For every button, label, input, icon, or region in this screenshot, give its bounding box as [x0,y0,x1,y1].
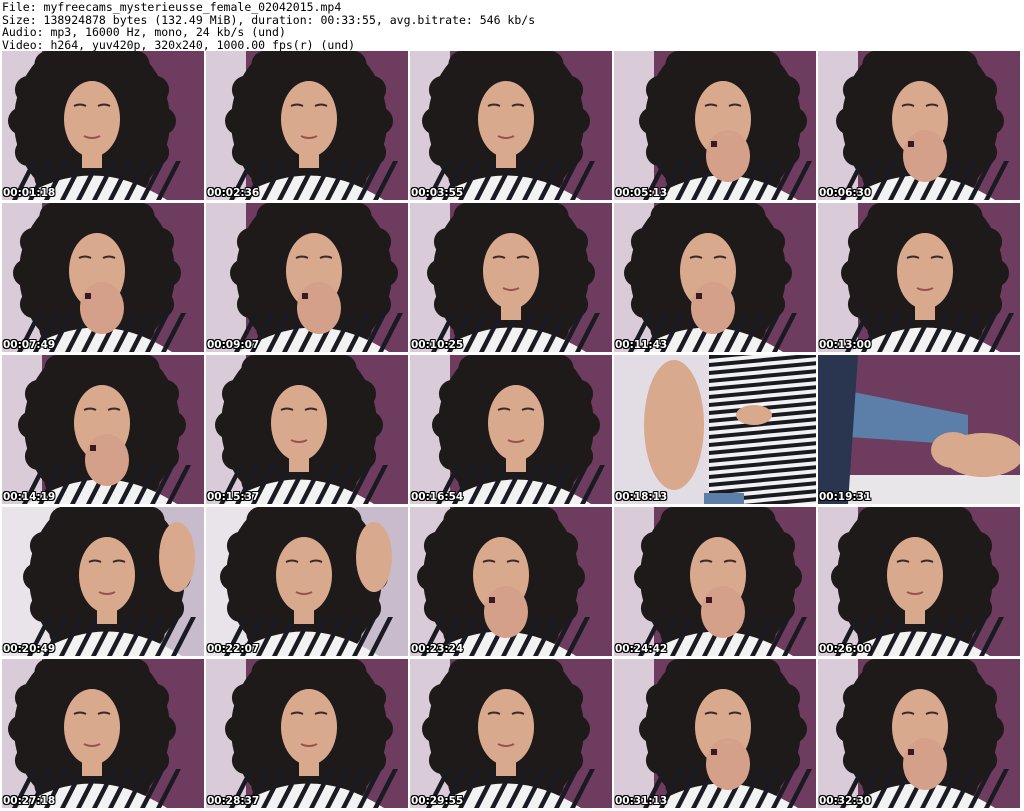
thumbnail-frame-image [2,51,204,200]
video-thumbnail: 00:11:43 [614,203,816,352]
thumbnail-timestamp: 00:03:55 [411,187,464,199]
video-thumbnail: 00:29:55 [410,659,612,808]
video-thumbnail: 00:13:00 [818,203,1020,352]
video-thumbnail: 00:28:37 [206,659,408,808]
thumbnail-frame-image [614,507,816,656]
thumbnail-frame-image [818,355,1020,504]
thumbnail-frame-image [206,51,408,200]
thumbnail-frame-image [2,659,204,808]
thumbnail-timestamp: 00:27:18 [3,795,56,807]
thumbnail-frame-image [2,203,204,352]
thumbnail-timestamp: 00:26:00 [819,643,872,655]
video-thumbnail: 00:32:30 [818,659,1020,808]
video-thumbnail: 00:31:13 [614,659,816,808]
video-thumbnail: 00:16:54 [410,355,612,504]
video-thumbnail: 00:03:55 [410,51,612,200]
thumbnail-frame-image [2,355,204,504]
thumbnail-timestamp: 00:22:07 [207,643,260,655]
thumbnail-frame-image [818,659,1020,808]
video-thumbnail: 00:27:18 [2,659,204,808]
video-info-line: Video: h264, yuv420p, 320x240, 1000.00 f… [2,37,356,52]
file-name-line: File: myfreecams_mysterieusse_female_020… [2,0,342,14]
video-thumbnail: 00:10:25 [410,203,612,352]
thumbnail-timestamp: 00:06:30 [819,187,872,199]
file-info-header: File: myfreecams_mysterieusse_female_020… [0,0,1024,52]
thumbnail-frame-image [410,355,612,504]
video-thumbnail: 00:02:36 [206,51,408,200]
thumbnail-timestamp: 00:14:19 [3,491,56,503]
video-thumbnail: 00:07:49 [2,203,204,352]
video-thumbnail: 00:06:30 [818,51,1020,200]
thumbnail-timestamp: 00:28:37 [207,795,260,807]
video-thumbnail: 00:23:24 [410,507,612,656]
thumbnail-timestamp: 00:29:55 [411,795,464,807]
video-thumbnail: 00:05:13 [614,51,816,200]
thumbnail-timestamp: 00:19:31 [819,491,872,503]
video-thumbnail: 00:01:18 [2,51,204,200]
thumbnail-timestamp: 00:16:54 [411,491,464,503]
thumbnail-timestamp: 00:18:13 [615,491,668,503]
video-thumbnail: 00:09:07 [206,203,408,352]
thumbnail-timestamp: 00:01:18 [3,187,56,199]
thumbnail-frame-image [206,355,408,504]
thumbnail-timestamp: 00:24:42 [615,643,668,655]
thumbnail-frame-image [614,203,816,352]
thumbnail-frame-image [614,51,816,200]
thumbnail-frame-image [818,507,1020,656]
thumbnail-grid: 00:01:18 00:02:36 00:03:55 00:05:13 00:06:30… [2,51,1024,809]
thumbnail-frame-image [818,203,1020,352]
thumbnail-timestamp: 00:10:25 [411,339,464,351]
thumbnail-timestamp: 00:32:30 [819,795,872,807]
video-thumbnail: 00:24:42 [614,507,816,656]
thumbnail-frame-image [206,659,408,808]
thumbnail-frame-image [410,659,612,808]
thumbnail-frame-image [410,203,612,352]
video-thumbnail: 00:26:00 [818,507,1020,656]
thumbnail-timestamp: 00:11:43 [615,339,668,351]
video-thumbnail: 00:20:49 [2,507,204,656]
thumbnail-frame-image [410,507,612,656]
thumbnail-timestamp: 00:02:36 [207,187,260,199]
thumbnail-timestamp: 00:07:49 [3,339,56,351]
thumbnail-frame-image [206,203,408,352]
thumbnail-frame-image [614,355,816,504]
video-thumbnail: 00:14:19 [2,355,204,504]
thumbnail-timestamp: 00:09:07 [207,339,260,351]
thumbnail-frame-image [206,507,408,656]
thumbnail-timestamp: 00:15:37 [207,491,260,503]
thumbnail-frame-image [818,51,1020,200]
thumbnail-frame-image [614,659,816,808]
thumbnail-timestamp: 00:23:24 [411,643,464,655]
video-thumbnail: 00:19:31 [818,355,1020,504]
thumbnail-frame-image [410,51,612,200]
thumbnail-frame-image [2,507,204,656]
thumbnail-timestamp: 00:20:49 [3,643,56,655]
audio-info-line: Audio: mp3, 16000 Hz, mono, 24 kb/s (und… [2,25,286,39]
thumbnail-timestamp: 00:13:00 [819,339,872,351]
video-thumbnail: 00:18:13 [614,355,816,504]
thumbnail-timestamp: 00:31:13 [615,795,668,807]
thumbnail-timestamp: 00:05:13 [615,187,668,199]
video-thumbnail: 00:22:07 [206,507,408,656]
video-thumbnail: 00:15:37 [206,355,408,504]
